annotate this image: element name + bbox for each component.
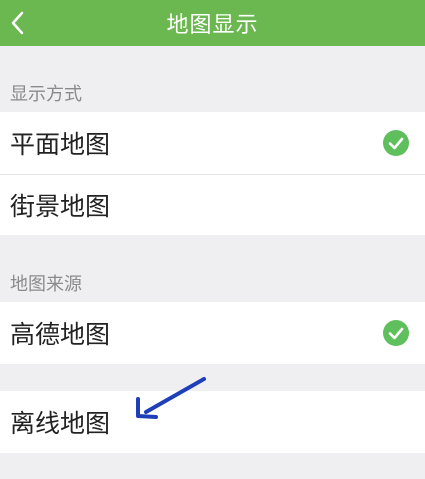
option-flat-map[interactable]: 平面地图 bbox=[0, 112, 425, 174]
check-icon bbox=[383, 320, 409, 346]
top-bar: 地图显示 bbox=[0, 0, 425, 46]
chevron-left-icon bbox=[11, 11, 24, 35]
check-icon bbox=[383, 130, 409, 156]
option-amap[interactable]: 高德地图 bbox=[0, 302, 425, 364]
annotation-arrow-icon bbox=[136, 377, 206, 419]
page-title: 地图显示 bbox=[166, 13, 259, 38]
back-button[interactable] bbox=[0, 0, 34, 46]
section-label-display-mode: 显示方式 bbox=[10, 84, 82, 105]
section-label-map-source: 地图来源 bbox=[10, 274, 82, 295]
option-label: 高德地图 bbox=[10, 320, 111, 349]
option-label: 街景地图 bbox=[10, 192, 111, 221]
option-offline-map[interactable]: 离线地图 bbox=[0, 391, 425, 453]
option-label: 离线地图 bbox=[10, 409, 111, 438]
option-label: 平面地图 bbox=[10, 130, 111, 159]
option-street-map[interactable]: 街景地图 bbox=[0, 175, 425, 235]
